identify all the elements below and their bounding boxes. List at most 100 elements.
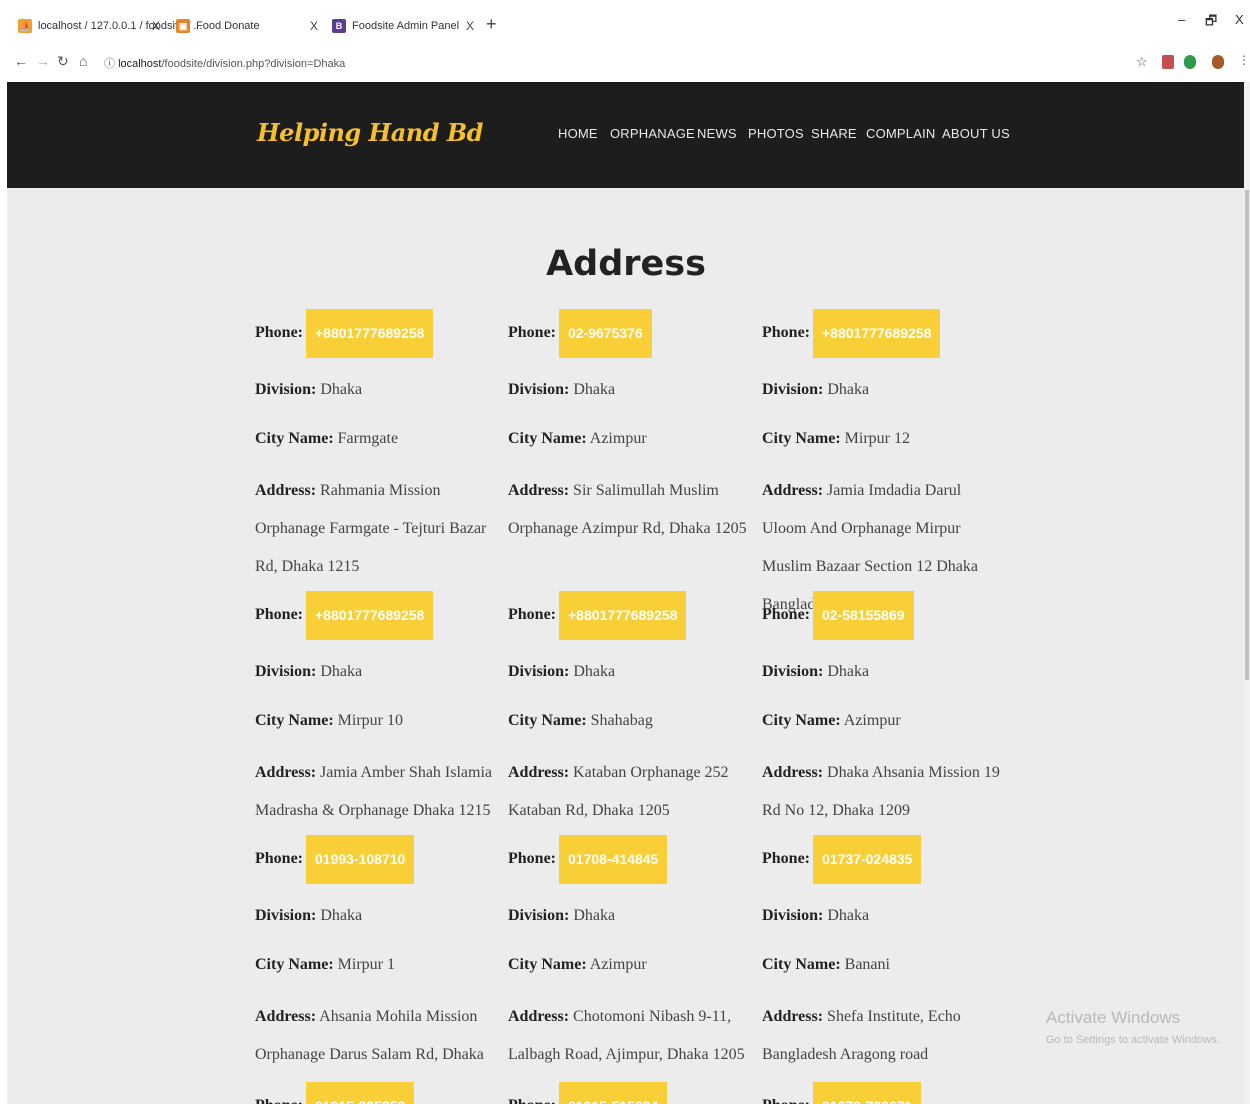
close-tab-icon[interactable]: X (466, 19, 474, 33)
phone-badge[interactable]: 01915-935359 (306, 1082, 415, 1104)
division-value: Dhaka (573, 381, 616, 398)
city-row: City Name: Mirpur 12 (762, 430, 910, 448)
address-text: Address: Jamia Amber Shah Islamia Madras… (255, 754, 495, 830)
address-label: Address: (255, 764, 317, 781)
division-label: Division: (508, 381, 570, 398)
new-tab-button[interactable]: + (486, 14, 497, 35)
address-label: Address: (508, 482, 570, 499)
pdf-extension-icon[interactable] (1162, 55, 1174, 69)
forward-arrow-icon[interactable]: → (36, 53, 50, 69)
phone-badge[interactable]: 01737-024835 (813, 835, 922, 884)
city-value: Mirpur 10 (337, 712, 403, 729)
phone-label: Phone: (508, 324, 556, 342)
main-content: Address Phone: +8801777689258 Division: Dh… (7, 188, 1245, 1104)
city-label: City Name: (255, 430, 334, 447)
city-label: City Name: (762, 430, 841, 447)
phone-label: Phone: (762, 850, 810, 868)
profile-avatar-icon[interactable] (1212, 55, 1224, 69)
city-value: Shahabag (590, 712, 653, 729)
city-label: City Name: (255, 712, 334, 729)
address-text: Address: Dhaka Ahsania Mission 19 Rd No … (762, 754, 1002, 830)
city-label: City Name: (255, 956, 334, 973)
bookmark-star-icon[interactable]: ☆ (1136, 54, 1148, 70)
nav-photos[interactable]: PHOTOS (748, 126, 804, 141)
address-text: Address: Kataban Orphanage 252 Kataban R… (508, 754, 748, 830)
back-arrow-icon[interactable]: ← (14, 53, 28, 69)
division-row: Division: Dhaka (762, 907, 869, 925)
division-value: Dhaka (320, 663, 363, 680)
phone-badge[interactable]: +8801777689258 (306, 309, 434, 358)
division-row: Division: Dhaka (255, 907, 362, 925)
division-row: Division: Dhaka (255, 663, 362, 681)
tab-admin-panel[interactable]: B Foodsite Admin Panel X (332, 12, 474, 40)
city-value: Mirpur 12 (844, 430, 910, 447)
nav-news[interactable]: NEWS (697, 126, 737, 141)
division-value: Dhaka (573, 907, 616, 924)
division-label: Division: (762, 381, 824, 398)
division-value: Dhaka (827, 381, 870, 398)
phone-badge[interactable]: +8801777689258 (559, 591, 687, 640)
address-text: Address: Chotomoni Nibash 9-11, Lalbagh … (508, 998, 748, 1074)
tab-phpmyadmin[interactable]: ⛵ localhost / 127.0.0.1 / foodsite / ...… (18, 12, 203, 40)
nav-about-us[interactable]: ABOUT US (942, 126, 1010, 141)
address-label: Address: (508, 1008, 570, 1025)
close-tab-icon[interactable]: X (310, 19, 318, 33)
address-bar[interactable]: ⓘ localhost/foodsite/division.php?divisi… (104, 55, 345, 71)
city-label: City Name: (762, 956, 841, 973)
tab-title: Food Donate (196, 20, 260, 32)
close-window-button[interactable]: X (1235, 12, 1244, 27)
activate-windows-watermark: Activate Windows Go to Settings to activ… (1046, 1008, 1220, 1046)
city-value: Azimpur (843, 712, 901, 729)
phone-badge[interactable]: +8801777689258 (306, 591, 434, 640)
phone-label: Phone: (762, 606, 810, 624)
phone-badge[interactable]: 01915-515694 (559, 1082, 668, 1104)
phone-row: Phone: 01993-108710 (255, 835, 415, 884)
division-row: Division: Dhaka (508, 381, 615, 399)
phone-row: Phone: +8801777689258 (255, 591, 434, 640)
phone-badge[interactable]: 02-9675376 (559, 309, 652, 358)
watermark-subtitle: Go to Settings to activate Windows. (1046, 1034, 1220, 1046)
address-text: Address: Sir Salimullah Muslim Orphanage… (508, 472, 748, 548)
scrollbar-thumb[interactable] (1245, 190, 1249, 680)
city-row: City Name: Shahabag (508, 712, 653, 730)
restore-button[interactable]: 🗗 (1205, 12, 1217, 34)
phone-row: Phone: 01708-414845 (508, 835, 668, 884)
city-label: City Name: (508, 430, 587, 447)
division-label: Division: (762, 907, 824, 924)
phone-badge[interactable]: 01708-414845 (559, 835, 668, 884)
nav-share[interactable]: SHARE (811, 126, 857, 141)
menu-kebab-icon[interactable]: ⋮ (1238, 53, 1250, 67)
city-value: Farmgate (337, 430, 399, 447)
home-icon[interactable]: ⌂ (79, 53, 87, 69)
site-logo[interactable]: Helping Hand Bd (257, 118, 483, 147)
phone-badge[interactable]: 01993-108710 (306, 835, 415, 884)
url-host: localhost (118, 58, 162, 70)
phone-badge[interactable]: +8801777689258 (813, 309, 941, 358)
city-label: City Name: (508, 712, 587, 729)
nav-orphanage[interactable]: ORPHANAGE (610, 126, 695, 141)
address-label: Address: (255, 1008, 317, 1025)
phone-label: Phone: (508, 1097, 556, 1104)
city-label: City Name: (762, 712, 841, 729)
city-value: Azimpur (589, 956, 647, 973)
nav-complain[interactable]: COMPLAIN (866, 126, 936, 141)
minimize-button[interactable]: – (1178, 12, 1185, 27)
nav-home[interactable]: HOME (558, 126, 598, 141)
division-label: Division: (508, 907, 570, 924)
division-row: Division: Dhaka (508, 663, 615, 681)
city-row: City Name: Farmgate (255, 430, 398, 448)
division-label: Division: (255, 381, 317, 398)
phone-badge[interactable]: 02-58155869 (813, 591, 914, 640)
phone-badge[interactable]: 01670-700671 (813, 1082, 922, 1104)
phone-row: Phone: +8801777689258 (508, 591, 687, 640)
tab-food-donate[interactable]: ▣ Food Donate X (176, 12, 318, 40)
reload-icon[interactable]: ↻ (57, 53, 69, 70)
phpmyadmin-icon: ⛵ (18, 19, 32, 33)
close-tab-icon[interactable]: X (152, 19, 160, 33)
phone-row: Phone: 02-9675376 (508, 309, 652, 358)
phone-row: Phone: +8801777689258 (762, 309, 941, 358)
address-label: Address: (762, 1008, 824, 1025)
shield-extension-icon[interactable] (1184, 55, 1196, 69)
address-text: Address: Shefa Institute, Echo Banglades… (762, 998, 1002, 1074)
watermark-title: Activate Windows (1046, 1008, 1181, 1027)
